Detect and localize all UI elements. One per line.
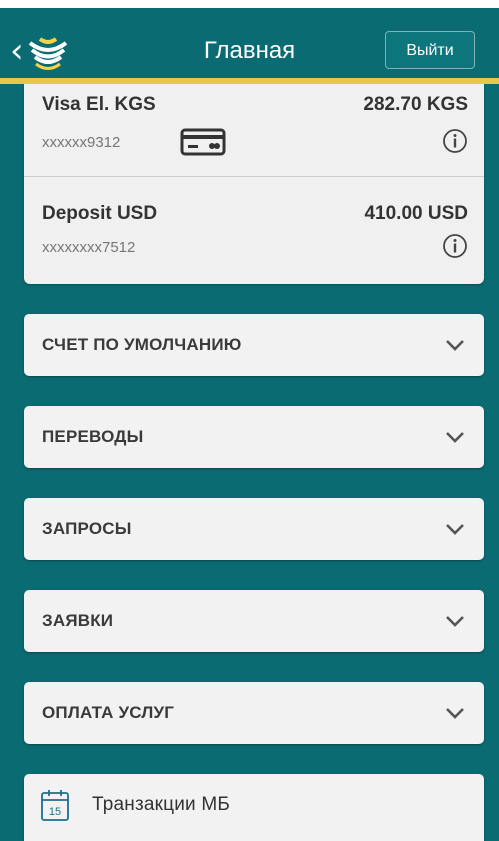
chevron-down-icon	[446, 616, 464, 627]
account-number: xxxxxxxx7512	[42, 239, 136, 256]
chevron-down-icon	[446, 708, 464, 719]
transactions-mb-item[interactable]: 15 Транзакции МБ	[24, 774, 484, 841]
calendar-day: 15	[49, 806, 61, 818]
credit-card-icon	[180, 128, 226, 156]
section-label: ОПЛАТА УСЛУГ	[42, 703, 175, 722]
section-requests[interactable]: ЗАПРОСЫ	[24, 498, 484, 560]
account-number: xxxxxx9312	[42, 134, 121, 151]
section-pay-services[interactable]: ОПЛАТА УСЛУГ	[24, 682, 484, 744]
section-label: ПЕРЕВОДЫ	[42, 427, 144, 446]
top-caption-strip	[0, 0, 499, 8]
account-row-deposit[interactable]: Deposit USD xxxxxxxx7512 410.00 USD	[24, 176, 484, 277]
account-balance: 282.70 KGS	[363, 94, 468, 115]
section-applications[interactable]: ЗАЯВКИ	[24, 590, 484, 652]
section-transfers[interactable]: ПЕРЕВОДЫ	[24, 406, 484, 468]
info-icon[interactable]	[442, 128, 468, 154]
account-balance: 410.00 USD	[364, 203, 468, 224]
accounts-card: Visa El. KGS xxxxxx9312 282.70 KGS Depos…	[24, 84, 484, 284]
chevron-down-icon	[446, 340, 464, 351]
chevron-down-icon	[446, 432, 464, 443]
app-header: ‹ Главная Выйти	[0, 8, 499, 78]
account-name: Visa El. KGS	[42, 94, 156, 115]
calendar-icon: 15	[41, 790, 69, 821]
logout-button[interactable]: Выйти	[385, 31, 475, 69]
main-content: Visa El. KGS xxxxxx9312 282.70 KGS Depos…	[0, 84, 499, 841]
account-row-visa[interactable]: Visa El. KGS xxxxxx9312 282.70 KGS	[24, 84, 484, 184]
section-label: ЗАЯВКИ	[42, 611, 114, 630]
section-default-account[interactable]: СЧЕТ ПО УМОЛЧАНИЮ	[24, 314, 484, 376]
section-label: Транзакции МБ	[92, 794, 231, 815]
section-label: ЗАПРОСЫ	[42, 519, 132, 538]
section-label: СЧЕТ ПО УМОЛЧАНИЮ	[42, 335, 242, 354]
chevron-down-icon	[446, 524, 464, 535]
info-icon[interactable]	[442, 233, 468, 259]
account-name: Deposit USD	[42, 203, 158, 224]
